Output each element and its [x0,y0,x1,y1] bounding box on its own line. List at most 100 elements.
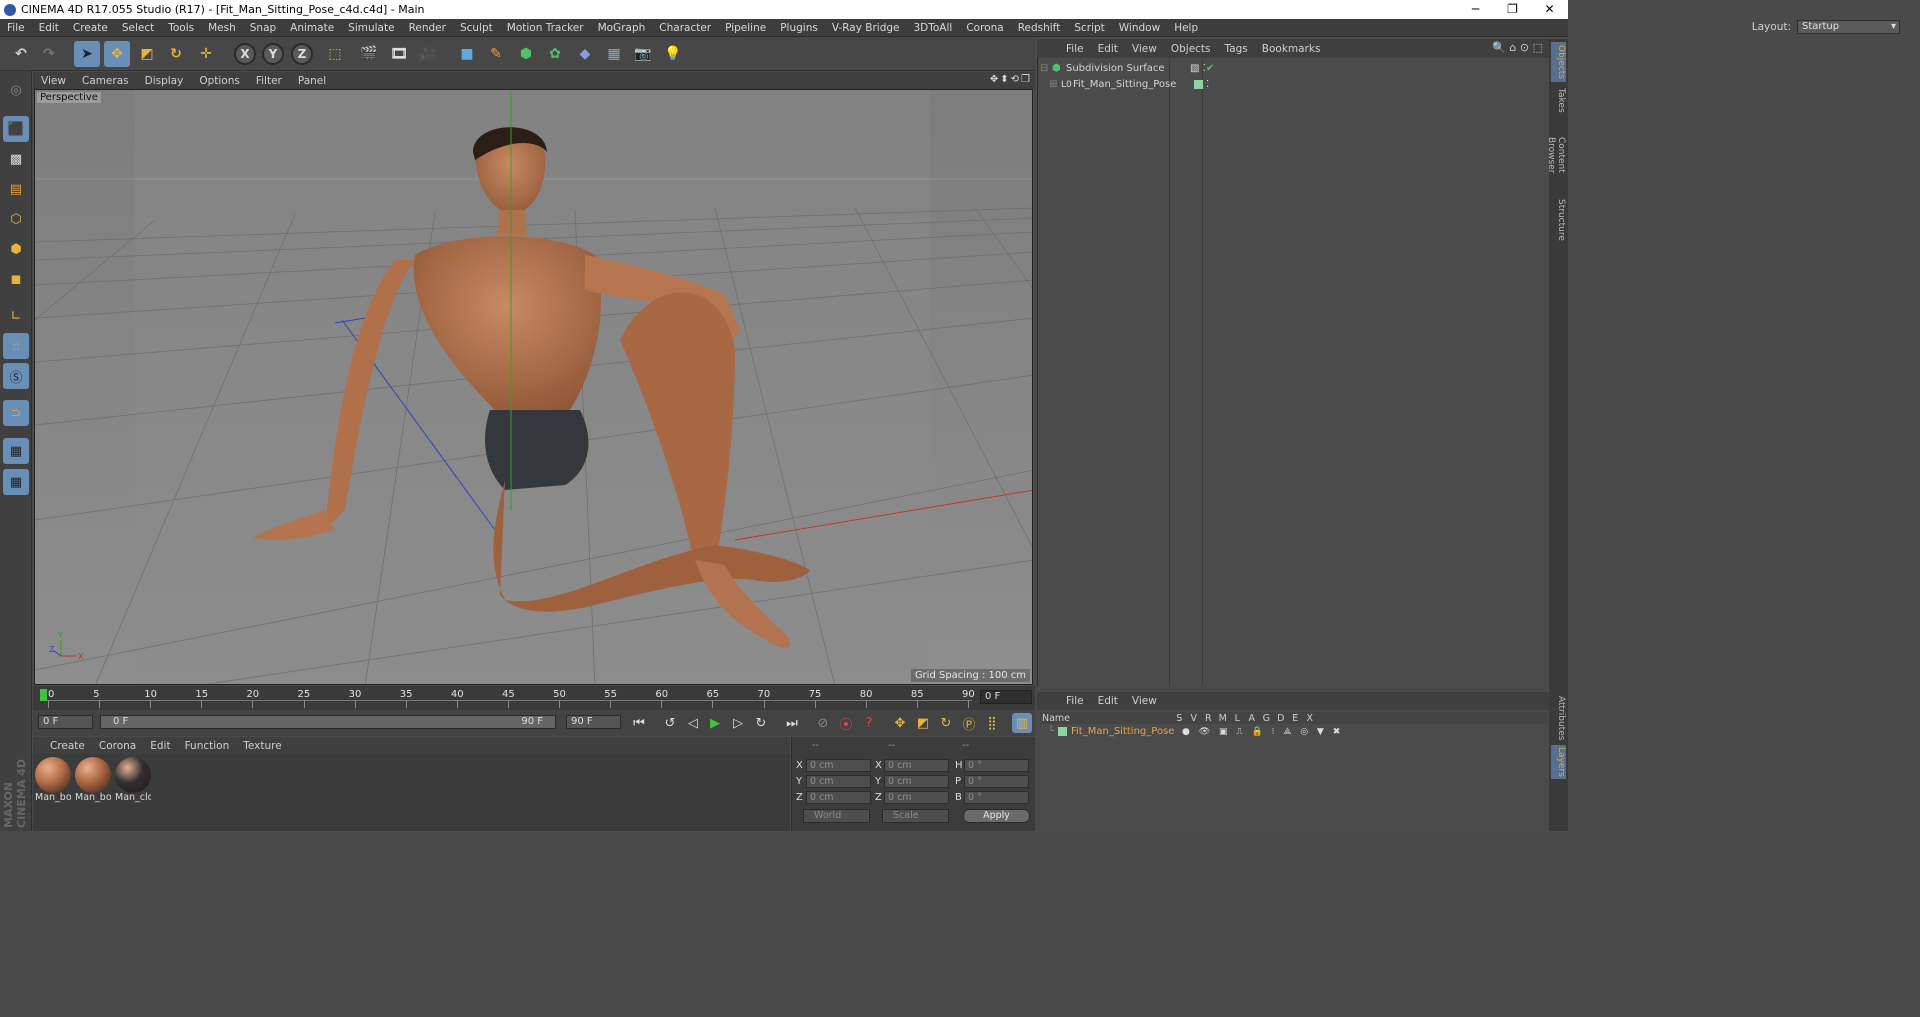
menu-v-ray-bridge[interactable]: V-Ray Bridge [825,22,907,34]
object-menu-bookmarks[interactable]: Bookmarks [1255,43,1328,55]
deformer-icon[interactable]: ◆ [572,41,598,67]
camera-icon[interactable]: 📷 [630,41,656,67]
layer-menu-view[interactable]: View [1125,695,1164,707]
apply-button[interactable]: Apply [963,809,1030,823]
rotate-tool-icon[interactable]: ↻ [163,41,189,67]
menu-mesh[interactable]: Mesh [201,22,243,34]
tab-content-browser[interactable]: Content Browser [1546,118,1566,192]
key-rotation-icon[interactable]: ↻ [936,713,956,733]
close-button[interactable]: ✕ [1531,0,1568,19]
menu-tools[interactable]: Tools [161,22,201,34]
tab-structure[interactable]: Structure [1551,196,1566,244]
coord-value-field[interactable]: 0 cm [884,791,949,804]
material-ball[interactable] [75,757,111,793]
layer-toggle-icons[interactable]: ● 👁 ▣ ⎍ 🔒 ⁝ ⟁ ◎ ▼ ✖ [1182,727,1343,737]
coord-value-field[interactable]: 0 cm [806,759,871,772]
viewport-menu-view[interactable]: View [33,75,74,87]
material-menu-edit[interactable]: Edit [143,740,177,752]
coordinate-mode-dropdown[interactable]: Scale [882,809,949,823]
step-forward-icon[interactable]: ▷ [728,713,748,733]
coord-value-field[interactable]: 0 cm [806,791,871,804]
object-visibility-toggle[interactable]: ⁚ [1206,79,1209,90]
viewport-camera-label[interactable]: Perspective [37,92,101,103]
menu-script[interactable]: Script [1067,22,1111,34]
key-pla-icon[interactable]: ⣿ [982,713,1002,733]
viewport-menu-display[interactable]: Display [137,75,192,87]
solo-mode-icon[interactable]: Ⓢ [3,363,29,389]
coord-value-field[interactable]: 0 ° [964,759,1029,772]
live-selection-icon[interactable]: ✛ [193,41,219,67]
layer-column-g[interactable]: G [1259,713,1274,724]
material-ball[interactable] [35,757,71,793]
layer-column-m[interactable]: M [1216,713,1231,724]
select-arrow-icon[interactable]: ➤ [74,41,100,67]
viewport-menu-options[interactable]: Options [191,75,248,87]
material-menu-corona[interactable]: Corona [92,740,143,752]
y-axis-lock-button[interactable]: Y [262,43,284,65]
minimize-button[interactable]: ─ [1457,0,1494,19]
edges-mode-icon[interactable]: ⬢ [3,236,29,262]
coordinate-system-icon[interactable]: ⬚ [322,41,348,67]
tab-objects[interactable]: Objects [1551,42,1566,82]
menu-pipeline[interactable]: Pipeline [718,22,773,34]
layer-menu-file[interactable]: File [1059,695,1091,707]
coord-value-field[interactable]: 0 ° [964,791,1029,804]
tweak-mode-icon[interactable]: ☝ [3,333,29,359]
layer-menu-edit[interactable]: Edit [1091,695,1125,707]
array-generator-icon[interactable]: ✿ [542,41,568,67]
z-axis-lock-button[interactable]: Z [291,43,313,65]
x-axis-lock-button[interactable]: X [234,43,256,65]
render-settings-icon[interactable]: 🎥 [415,41,441,67]
layer-row[interactable]: └ Fit_Man_Sitting_Pose ● 👁 ▣ ⎍ 🔒 ⁝ ⟁ ◎ ▼… [1048,724,1343,739]
coordinate-space-dropdown[interactable]: World [803,809,870,823]
menu-edit[interactable]: Edit [32,22,66,34]
render-picture-viewer-icon[interactable]: 🎞 [386,41,412,67]
menu-window[interactable]: Window [1112,22,1167,34]
layer-column-d[interactable]: D [1274,713,1289,724]
step-back-icon[interactable]: ◁ [683,713,703,733]
object-manager-search-icon[interactable]: 🔍 ⌂ ⊙ ⬚ [1492,41,1543,54]
tree-collapse-icon[interactable]: ⊟ [1040,63,1052,74]
coord-value-field[interactable]: 0 cm [884,759,949,772]
floor-scene-icon[interactable]: ▦ [601,41,627,67]
axis-mode-icon[interactable]: ∟ [3,303,29,329]
menu-snap[interactable]: Snap [243,22,283,34]
viewport-menu-panel[interactable]: Panel [290,75,334,87]
menu-animate[interactable]: Animate [283,22,341,34]
object-menu-file[interactable]: File [1059,43,1091,55]
record-keys-icon[interactable]: ⦿ [836,713,856,733]
layer-color-swatch[interactable] [1058,727,1067,736]
layer-column-r[interactable]: R [1201,713,1216,724]
next-key-icon[interactable]: ↻ [751,713,771,733]
layer-column-name[interactable]: Name [1040,713,1172,724]
restore-button[interactable]: ❐ [1494,0,1531,19]
texture-mode-icon[interactable]: ▩ [3,146,29,172]
timeline-window-icon[interactable]: ▥ [1012,713,1032,733]
go-to-start-icon[interactable]: ⏮ [629,713,649,733]
scale-tool-icon[interactable]: ◩ [134,41,160,67]
menu-character[interactable]: Character [652,22,718,34]
timeline-ruler[interactable] [33,686,1035,710]
menu-plugins[interactable]: Plugins [773,22,825,34]
material-menu-create[interactable]: Create [43,740,92,752]
timeline-playhead[interactable] [40,689,47,701]
material-ball[interactable] [115,757,151,793]
undo-icon[interactable]: ↶ [8,41,34,67]
layer-column-s[interactable]: S [1172,713,1187,724]
key-scale-icon[interactable]: ◩ [913,713,933,733]
menu-motion-tracker[interactable]: Motion Tracker [500,22,591,34]
coord-value-field[interactable]: 0 cm [884,775,949,788]
frame-range-slider[interactable]: 0 F 90 F [100,715,556,729]
auto-keying-icon[interactable]: ? [859,713,879,733]
workplane-mode-icon[interactable]: ▤ [3,176,29,202]
previous-key-icon[interactable]: ↺ [660,713,680,733]
tab-takes[interactable]: Takes [1551,85,1566,115]
menu-create[interactable]: Create [66,22,115,34]
menu-redshift[interactable]: Redshift [1011,22,1068,34]
perspective-viewport[interactable]: Y X Z Perspective Grid Spacing : 100 cm [34,89,1033,685]
viewport-menu-filter[interactable]: Filter [248,75,290,87]
menu-corona[interactable]: Corona [959,22,1010,34]
move-tool-icon[interactable]: ✥ [104,41,130,67]
polygons-mode-icon[interactable]: ◼ [3,266,29,292]
object-menu-objects[interactable]: Objects [1164,43,1218,55]
